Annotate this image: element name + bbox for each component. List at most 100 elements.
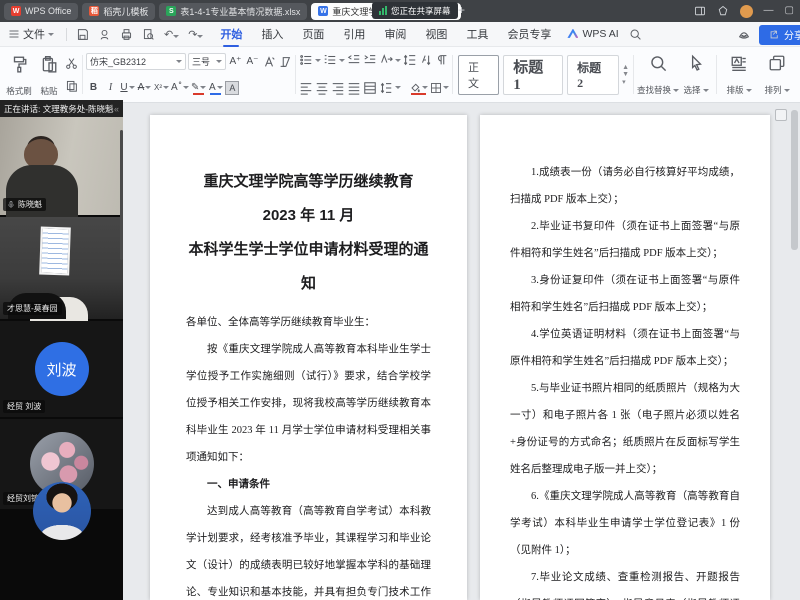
page-nav-widget[interactable] xyxy=(775,109,787,121)
style-normal[interactable]: 正文 xyxy=(458,55,499,95)
superscript-button[interactable]: X² xyxy=(154,80,169,95)
undo-button[interactable]: ↶ xyxy=(164,28,179,41)
document-page-1[interactable]: 重庆文理学院高等学历继续教育 2023 年 11 月本科学生学士学位申请材料受理… xyxy=(150,115,467,600)
paragraph[interactable]: 一、申请条件 xyxy=(186,471,431,498)
new-tab-button[interactable]: + xyxy=(458,3,465,17)
collapse-panel-icon[interactable]: « xyxy=(114,104,119,114)
redo-button[interactable]: ↷ xyxy=(188,28,203,41)
user-avatar[interactable] xyxy=(740,5,753,18)
chevron-down-icon[interactable] xyxy=(315,59,321,62)
paragraph[interactable]: 7.毕业论文成绩、查重检测报告、开题报告（指导教师评写签字）、指导意见表（指导教… xyxy=(510,564,740,600)
paragraph[interactable]: 2.毕业证书复印件（须在证书上面签署“与原件相符和学生姓名”后扫描成 PDF 版… xyxy=(510,213,740,267)
restore-button[interactable]: ▢ xyxy=(785,6,794,16)
underline-button[interactable]: U xyxy=(120,80,135,95)
paragraph[interactable]: 达到成人高等教育（高等教育自学考试）本科教学计划要求，经考核准予毕业，其课程学习… xyxy=(186,498,431,600)
show-marks-icon[interactable] xyxy=(435,53,449,67)
sort-icon[interactable] xyxy=(419,53,433,67)
font-color-button[interactable]: A xyxy=(208,80,223,95)
print-preview-icon[interactable] xyxy=(142,28,155,41)
typeset-button[interactable]: 排版 xyxy=(720,50,758,99)
tab-wps-home[interactable]: W WPS Office xyxy=(4,3,78,20)
arrange-button[interactable]: 排列 xyxy=(758,50,796,99)
menu-member[interactable]: 会员专享 xyxy=(505,22,553,46)
italic-button[interactable]: I xyxy=(103,80,118,95)
menu-home[interactable]: 开始 xyxy=(218,22,244,46)
paragraph-spacing-icon[interactable] xyxy=(403,53,417,67)
save-icon[interactable] xyxy=(76,28,89,41)
chevron-down-icon[interactable] xyxy=(339,59,345,62)
shrink-font-button[interactable]: A⁻ xyxy=(245,54,260,69)
character-shading-button[interactable]: A xyxy=(225,81,239,95)
cut-icon[interactable] xyxy=(65,57,78,70)
wps-ai-button[interactable]: WPS AI xyxy=(567,28,618,40)
menu-reference[interactable]: 引用 xyxy=(341,22,367,46)
character-scale-icon[interactable] xyxy=(379,53,393,67)
member-hat-icon[interactable] xyxy=(737,28,751,42)
tab-docer-template[interactable]: 稻 稻壳儿模板 xyxy=(82,3,155,20)
borders-button[interactable] xyxy=(430,80,449,95)
find-replace-button[interactable]: 查找替换 xyxy=(637,50,679,99)
participant-scrollbar[interactable] xyxy=(120,130,123,260)
menu-view[interactable]: 视图 xyxy=(423,22,449,46)
menu-tools[interactable]: 工具 xyxy=(464,22,490,46)
align-left-icon[interactable] xyxy=(299,81,313,95)
paragraph[interactable]: 各单位、全体高等学历继续教育毕业生： xyxy=(186,309,431,336)
paragraph[interactable]: 本科学生学士学位申请材料受理的通知 xyxy=(186,233,431,301)
font-size-select[interactable]: 三号 xyxy=(188,53,226,70)
numbered-list-icon[interactable] xyxy=(323,53,337,67)
distribute-icon[interactable] xyxy=(363,81,377,95)
bold-button[interactable]: B xyxy=(86,80,101,95)
style-heading2[interactable]: 标题 2 xyxy=(567,55,619,95)
format-painter-button[interactable]: 格式刷 xyxy=(4,50,34,99)
participant-tile[interactable]: 刘波 经贸 刘波 xyxy=(0,321,123,417)
chevron-down-icon[interactable] xyxy=(395,59,401,62)
bullet-list-icon[interactable] xyxy=(299,53,313,67)
participant-tile[interactable]: 陈晓魁 xyxy=(0,117,123,215)
scrollbar-thumb[interactable] xyxy=(791,110,798,250)
highlight-button[interactable]: ✎ xyxy=(191,80,206,95)
paragraph[interactable]: 5.与毕业证书照片相同的纸质照片（规格为大一寸）和电子照片各 1 张（电子照片必… xyxy=(510,375,740,483)
select-button[interactable]: 选择 xyxy=(679,50,713,99)
gallery-more-icon[interactable]: ▾ xyxy=(622,78,629,86)
tab-spreadsheet[interactable]: S 表1-4-1专业基本情况数据.xlsx xyxy=(159,3,307,20)
align-center-icon[interactable] xyxy=(315,81,329,95)
document-page-2[interactable]: 1.成绩表一份（请务必自行核算好平均成绩，扫描成 PDF 版本上交）；2.毕业证… xyxy=(480,115,770,600)
paragraph[interactable]: 4.学位英语证明材料（须在证书上面签署“与原件相符和学生姓名”后扫描成 PDF … xyxy=(510,321,740,375)
print-icon[interactable] xyxy=(120,28,133,41)
paragraph[interactable]: 按《重庆文理学院成人高等教育本科毕业生学士学位授予工作实施细则（试行）》要求，结… xyxy=(186,336,431,471)
document-scrollbar[interactable] xyxy=(791,108,798,595)
clear-format-icon[interactable] xyxy=(278,55,292,69)
participant-tile[interactable]: 才思慧-莫春园 xyxy=(0,217,123,319)
gallery-up-icon[interactable]: ▲ xyxy=(622,64,629,71)
file-menu[interactable]: 文件 xyxy=(0,26,62,42)
theme-skin-icon[interactable] xyxy=(717,5,729,17)
chevron-down-icon[interactable] xyxy=(395,86,401,89)
paragraph[interactable]: 3.身份证复印件（须在证书上面签署“与原件相符和学生姓名”后扫描成 PDF 版本… xyxy=(510,267,740,321)
minimize-button[interactable]: — xyxy=(764,6,774,16)
menu-review[interactable]: 审阅 xyxy=(382,22,408,46)
reading-layout-icon[interactable] xyxy=(694,5,706,17)
copy-icon[interactable] xyxy=(65,79,78,92)
phonetic-guide-button[interactable]: A˚ xyxy=(171,80,189,95)
menu-page[interactable]: 页面 xyxy=(300,22,326,46)
paragraph[interactable]: 重庆文理学院高等学历继续教育 2023 年 11 月 xyxy=(186,165,431,233)
gallery-down-icon[interactable]: ▼ xyxy=(622,71,629,78)
text-effects-icon[interactable] xyxy=(262,55,276,69)
font-name-select[interactable]: 仿宋_GB2312 xyxy=(86,53,186,70)
paragraph[interactable]: 6.《重庆文理学院成人高等教育（高等教育自学考试）本科毕业生申请学士学位登记表》… xyxy=(510,483,740,564)
output-icon[interactable] xyxy=(98,28,111,41)
line-spacing-icon[interactable] xyxy=(379,81,393,95)
paragraph[interactable]: 1.成绩表一份（请务必自行核算好平均成绩，扫描成 PDF 版本上交）； xyxy=(510,159,740,213)
menu-insert[interactable]: 插入 xyxy=(259,22,285,46)
style-heading1[interactable]: 标题 1 xyxy=(503,55,563,95)
align-right-icon[interactable] xyxy=(331,81,345,95)
share-button[interactable]: 分享 xyxy=(759,25,800,45)
decrease-indent-icon[interactable] xyxy=(347,53,361,67)
shading-color-button[interactable] xyxy=(409,80,428,95)
paste-button[interactable]: 粘贴 xyxy=(34,50,64,99)
strikethrough-button[interactable]: A xyxy=(137,80,152,95)
justify-icon[interactable] xyxy=(347,81,361,95)
increase-indent-icon[interactable] xyxy=(363,53,377,67)
grow-font-button[interactable]: A⁺ xyxy=(228,54,243,69)
search-icon[interactable] xyxy=(629,28,642,41)
